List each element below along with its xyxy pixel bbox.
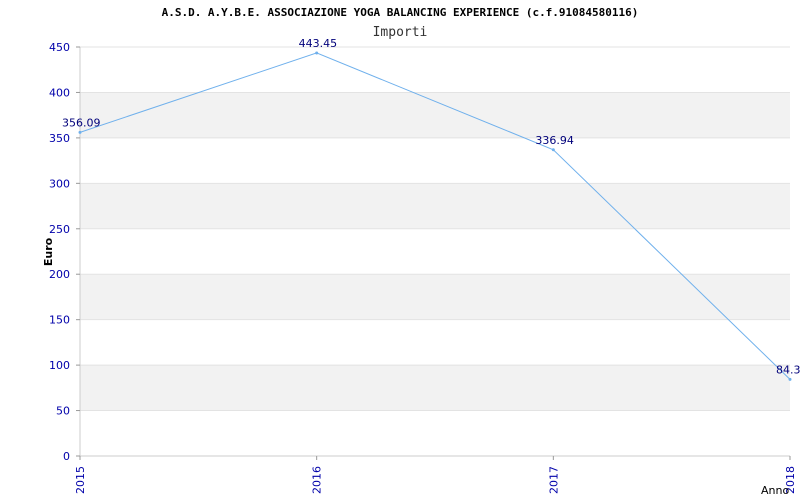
x-tick-label: 2017: [547, 466, 560, 494]
y-tick-label: 150: [49, 314, 70, 327]
data-point: [788, 377, 792, 381]
y-tick-label: 350: [49, 132, 70, 145]
data-label: 443.45: [299, 37, 338, 50]
y-tick-label: 250: [49, 223, 70, 236]
x-tick-label: 2016: [311, 466, 324, 494]
grid-band: [80, 183, 790, 229]
x-tick-labels: 2015 2016 2017 2018: [74, 456, 797, 494]
y-tick-label: 300: [49, 177, 70, 190]
y-tick-label: 450: [49, 41, 70, 54]
data-label: 356.09: [62, 116, 101, 129]
y-tick-label: 50: [56, 405, 70, 418]
grid-band: [80, 365, 790, 411]
x-tick-label: 2015: [74, 466, 87, 494]
y-tick-label: 400: [49, 86, 70, 99]
y-axis-label: Euro: [42, 237, 55, 266]
plot-area: 0 50 100 150 200 250 300 350 400 450 2015 2016 2017…: [42, 37, 800, 497]
data-label: 336.94: [535, 134, 574, 147]
x-axis-label: Anno: [761, 484, 789, 497]
data-point: [315, 51, 319, 55]
data-point: [551, 148, 555, 152]
data-point: [78, 130, 82, 134]
grid-bands: [80, 92, 790, 411]
y-tick-label: 200: [49, 268, 70, 281]
chart: A.S.D. A.Y.B.E. ASSOCIAZIONE YOGA BALANC…: [0, 0, 800, 500]
grid-band: [80, 92, 790, 138]
y-tick-label: 100: [49, 359, 70, 372]
y-tick-label: 0: [63, 450, 70, 463]
grid-band: [80, 274, 790, 320]
data-label: 84.30: [776, 363, 800, 376]
